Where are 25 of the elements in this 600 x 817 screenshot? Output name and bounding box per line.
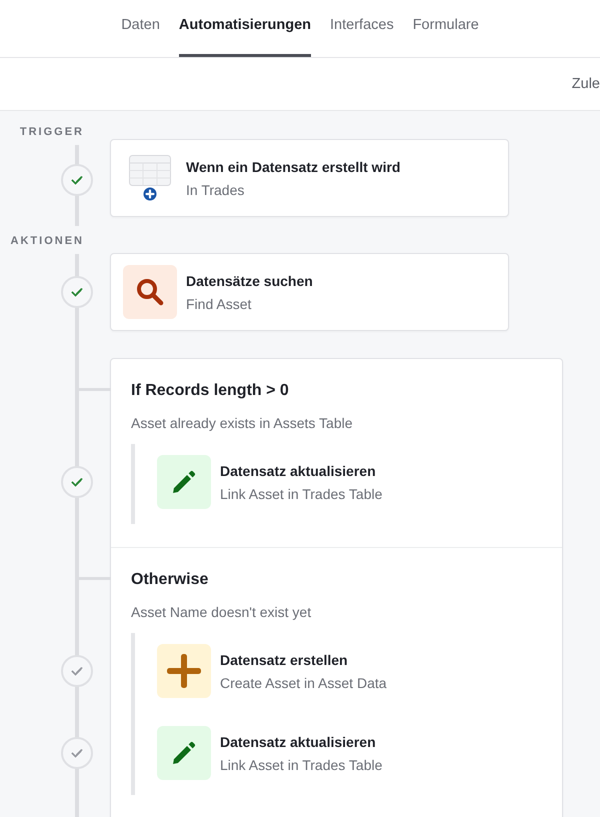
plus-icon bbox=[157, 644, 211, 698]
step-title: Wenn ein Datensatz erstellt wird bbox=[186, 158, 400, 176]
pencil-icon bbox=[157, 726, 211, 780]
branch-description: Asset already exists in Assets Table bbox=[131, 414, 354, 433]
step-subtitle: Create Asset in Asset Data bbox=[220, 674, 387, 692]
tab[interactable]: Interfaces bbox=[330, 0, 394, 57]
pencil-icon bbox=[157, 455, 211, 509]
step-subtitle: Link Asset in Trades Table bbox=[220, 756, 382, 774]
step-subtitle: Find Asset bbox=[186, 294, 252, 314]
section-label: TRIGGER bbox=[18, 125, 84, 139]
step-subtitle: Link Asset in Trades Table bbox=[220, 484, 382, 504]
tab[interactable]: Formulare bbox=[412, 0, 479, 57]
section-label: AKTIONEN bbox=[10, 234, 84, 248]
search-icon bbox=[123, 265, 177, 319]
step-title: Datensätze suchen bbox=[186, 272, 313, 290]
step-title: Datensatz aktualisieren bbox=[220, 462, 377, 480]
step-title: Datensatz erstellen bbox=[220, 650, 349, 670]
branch-heading: Otherwise bbox=[131, 570, 210, 590]
branch-heading: If Records length > 0 bbox=[131, 381, 290, 401]
step-subtitle: In Trades bbox=[186, 180, 246, 200]
branch-description: Asset Name doesn't exist yet bbox=[131, 603, 312, 622]
step-title: Datensatz aktualisieren bbox=[220, 732, 377, 752]
table-plus-icon bbox=[129, 155, 171, 201]
toolbar-text: Zule bbox=[572, 76, 600, 92]
tab[interactable]: Daten bbox=[121, 0, 160, 57]
